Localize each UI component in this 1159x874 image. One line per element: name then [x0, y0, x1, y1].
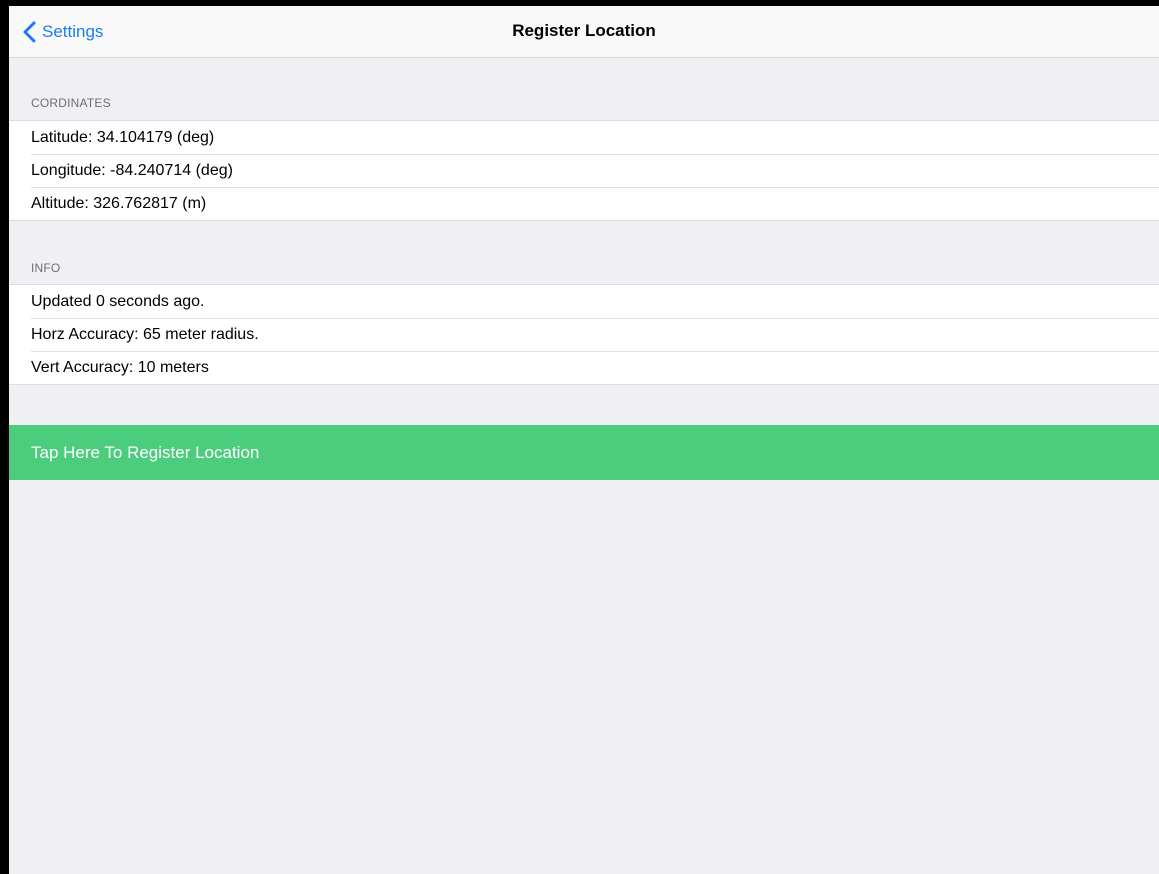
horizontal-accuracy-row: Horz Accuracy: 65 meter radius. [9, 318, 1159, 351]
navigation-bar: Settings Register Location [9, 6, 1159, 58]
longitude-row: Longitude: -84.240714 (deg) [9, 154, 1159, 187]
altitude-row: Altitude: 326.762817 (m) [9, 187, 1159, 220]
vertical-accuracy-row: Vert Accuracy: 10 meters [9, 351, 1159, 384]
page-title: Register Location [512, 21, 656, 40]
updated-row: Updated 0 seconds ago. [31, 292, 205, 310]
register-location-screen: Settings Register Location CORDINATES La… [9, 6, 1159, 874]
latitude-row: Latitude: 34.104179 (deg) [31, 128, 215, 146]
info-section-header: INFO [31, 261, 61, 275]
coordinates-section-header: CORDINATES [31, 96, 111, 110]
info-group: Updated 0 seconds ago. Horz Accuracy: 65… [9, 284, 1159, 385]
register-location-button[interactable]: Tap Here To Register Location [9, 425, 1159, 480]
coordinates-group: Latitude: 34.104179 (deg) Longitude: -84… [9, 120, 1159, 221]
